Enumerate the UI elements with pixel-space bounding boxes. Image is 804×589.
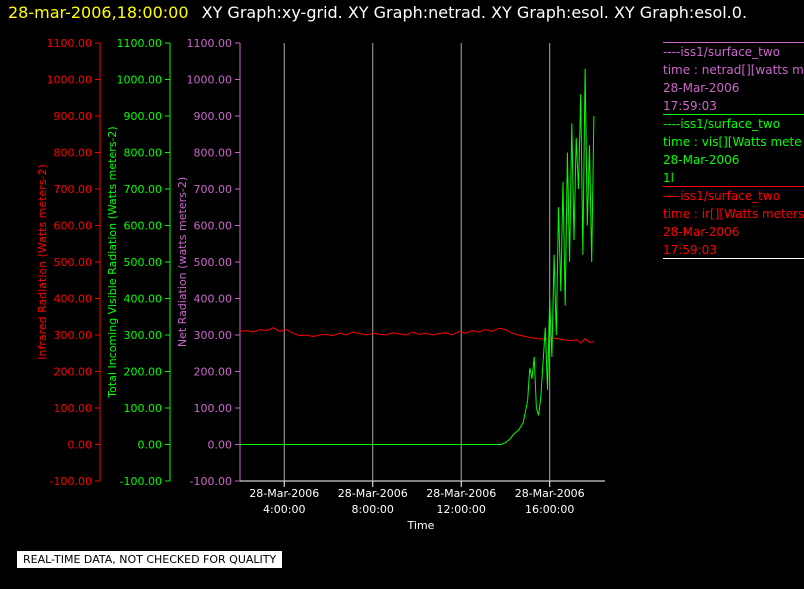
legend-netrad-time: 17:59:03 [663, 99, 717, 113]
series-line-ir [239, 327, 594, 344]
y-axis-label-net: Net Radiation (watts meters-2) [176, 177, 189, 347]
y-tick-label-net: 100.00 [194, 402, 233, 415]
quality-note: REAL-TIME DATA, NOT CHECKED FOR QUALITY [17, 551, 283, 568]
y-tick-label-vis: 100.00 [124, 402, 163, 415]
x-tick-label-time: 16:00:00 [525, 503, 574, 516]
y-tick-label-vis: 900.00 [124, 110, 163, 123]
y-tick-label-net: 800.00 [194, 147, 233, 160]
y-axis-label-ir: Infrared Radiation (Watts meters-2) [36, 164, 49, 360]
y-tick-label-net: 900.00 [194, 110, 233, 123]
x-tick-label-time: 12:00:00 [437, 503, 486, 516]
legend-ir: ----iss1/surface_two time : ir[][Watts m… [663, 187, 804, 259]
y-tick-label-vis: 200.00 [124, 366, 163, 379]
y-tick-label-vis: 400.00 [124, 293, 163, 306]
x-tick-label-date: 28-Mar-2006 [338, 487, 408, 500]
x-tick-label-date: 28-Mar-2006 [249, 487, 319, 500]
y-tick-label-net: -100.00 [190, 475, 232, 488]
y-tick-label-ir: 100.00 [54, 402, 93, 415]
y-tick-label-ir: 600.00 [54, 220, 93, 233]
y-tick-label-ir: 1000.00 [47, 74, 93, 87]
y-tick-label-vis: 1100.00 [117, 37, 163, 50]
y-tick-label-net: 1000.00 [187, 74, 233, 87]
legend-vis-date: 28-Mar-2006 [663, 153, 740, 167]
legend-vis-field: time : vis[][Watts mete [663, 135, 802, 149]
y-tick-label-ir: -100.00 [50, 475, 92, 488]
x-tick-label-time: 8:00:00 [352, 503, 394, 516]
legend-vis: ----iss1/surface_two time : vis[][Watts … [663, 115, 804, 187]
legend-netrad-source: ----iss1/surface_two [663, 45, 781, 59]
legend-netrad-date: 28-Mar-2006 [663, 81, 740, 95]
x-tick-label-time: 4:00:00 [263, 503, 305, 516]
y-tick-label-net: 1100.00 [187, 37, 233, 50]
y-tick-label-ir: 1100.00 [47, 37, 93, 50]
legend-vis-source: ----iss1/surface_two [663, 117, 781, 131]
x-tick-label-date: 28-Mar-2006 [426, 487, 496, 500]
y-tick-label-vis: 600.00 [124, 220, 163, 233]
y-tick-label-ir: 300.00 [54, 329, 93, 342]
y-tick-label-net: 300.00 [194, 329, 233, 342]
y-axis-label-vis: Total Incoming Visible Radiation (Watts … [106, 126, 119, 398]
y-tick-label-ir: 200.00 [54, 366, 93, 379]
y-tick-label-vis: 300.00 [124, 329, 163, 342]
y-tick-label-net: 500.00 [194, 256, 233, 269]
legend-ir-date: 28-Mar-2006 [663, 225, 740, 239]
legend-netrad-field: time : netrad[][watts me [663, 63, 804, 77]
y-tick-label-vis: 0.00 [138, 439, 163, 452]
legend-netrad: ----iss1/surface_two time : netrad[][wat… [663, 43, 804, 115]
y-tick-label-net: 400.00 [194, 293, 233, 306]
y-tick-label-ir: 0.00 [68, 439, 93, 452]
y-tick-label-vis: 700.00 [124, 183, 163, 196]
y-tick-label-ir: 400.00 [54, 293, 93, 306]
y-tick-label-ir: 800.00 [54, 147, 93, 160]
y-tick-label-vis: 500.00 [124, 256, 163, 269]
y-tick-label-ir: 700.00 [54, 183, 93, 196]
y-tick-label-vis: 800.00 [124, 147, 163, 160]
y-tick-label-net: 200.00 [194, 366, 233, 379]
y-tick-label-vis: 1000.00 [117, 74, 163, 87]
y-tick-label-vis: -100.00 [120, 475, 162, 488]
x-axis-label: Time [407, 519, 435, 532]
legend-vis-time: 1l [663, 171, 674, 185]
series-line-vis [240, 68, 595, 445]
y-tick-label-net: 0.00 [208, 439, 233, 452]
legend-ir-source: ----iss1/surface_two [663, 189, 781, 203]
y-tick-label-net: 700.00 [194, 183, 233, 196]
y-tick-label-net: 600.00 [194, 220, 233, 233]
legend-separator [663, 258, 804, 259]
y-tick-label-ir: 500.00 [54, 256, 93, 269]
legend-ir-time: 17:59:03 [663, 243, 717, 257]
y-tick-label-ir: 900.00 [54, 110, 93, 123]
x-tick-label-date: 28-Mar-2006 [515, 487, 585, 500]
legend-ir-field: time : ir[][Watts meters [663, 207, 804, 221]
